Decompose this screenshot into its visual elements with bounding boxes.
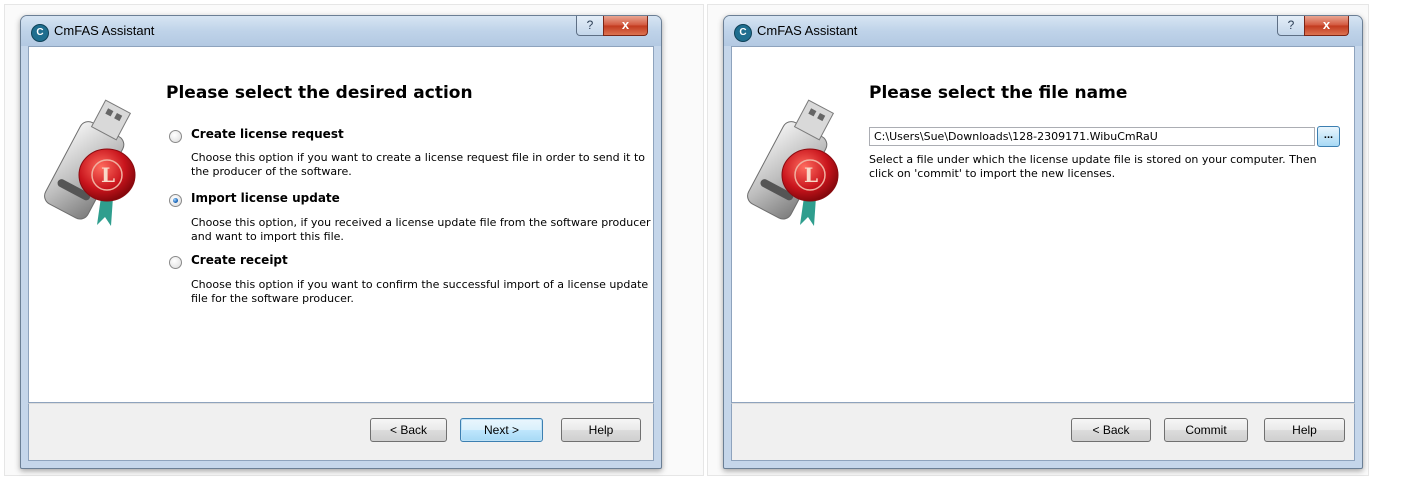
svg-text:L: L: [804, 163, 818, 187]
button-bar: < Back Commit Help: [731, 403, 1355, 461]
option-description: Choose this option if you want to confir…: [191, 278, 649, 305]
dialog-select-action: C CmFAS Assistant ? x L Please select th…: [20, 15, 662, 469]
titlebar[interactable]: C CmFAS Assistant ? x: [724, 16, 1362, 46]
button-bar: < Back Next > Help: [28, 403, 654, 461]
radio-import-license-update[interactable]: [169, 194, 182, 207]
titlebar[interactable]: C CmFAS Assistant ? x: [21, 16, 661, 46]
window-title: CmFAS Assistant: [757, 23, 858, 38]
window-title: CmFAS Assistant: [54, 23, 155, 38]
browse-button[interactable]: ...: [1317, 126, 1340, 147]
radio-create-license-request[interactable]: [169, 130, 182, 143]
content-panel: L Please select the desired action Creat…: [28, 46, 654, 403]
option-description: Choose this option if you want to create…: [191, 151, 646, 178]
back-button[interactable]: < Back: [370, 418, 447, 442]
option-description: Choose this option, if you received a li…: [191, 216, 651, 243]
back-button[interactable]: < Back: [1071, 418, 1151, 442]
svg-text:L: L: [101, 163, 115, 187]
option-label-import-license-update[interactable]: Import license update: [191, 191, 340, 205]
page-title: Please select the desired action: [166, 83, 473, 103]
dialog-select-file: C CmFAS Assistant ? x L Please select th…: [723, 15, 1363, 469]
help-button[interactable]: Help: [1264, 418, 1345, 442]
cmfas-app-icon: C: [734, 24, 752, 42]
close-icon[interactable]: x: [603, 16, 648, 36]
cmfas-app-icon: C: [31, 24, 49, 42]
usb-license-key-icon: L: [44, 99, 136, 226]
option-label-create-license-request[interactable]: Create license request: [191, 127, 344, 141]
option-label-create-receipt[interactable]: Create receipt: [191, 253, 288, 267]
close-icon[interactable]: x: [1304, 16, 1349, 36]
help-icon[interactable]: ?: [576, 16, 604, 36]
radio-create-receipt[interactable]: [169, 256, 182, 269]
content-panel: L Please select the file name C:\Users\S…: [731, 46, 1355, 403]
page-title: Please select the file name: [869, 83, 1128, 103]
next-button[interactable]: Next >: [460, 418, 543, 442]
file-instructions: Select a file under which the license up…: [869, 153, 1317, 180]
usb-license-key-icon: L: [747, 99, 839, 226]
file-path-input[interactable]: C:\Users\Sue\Downloads\128-2309171.WibuC…: [869, 127, 1315, 146]
help-icon[interactable]: ?: [1277, 16, 1305, 36]
commit-button[interactable]: Commit: [1164, 418, 1248, 442]
help-button[interactable]: Help: [561, 418, 641, 442]
